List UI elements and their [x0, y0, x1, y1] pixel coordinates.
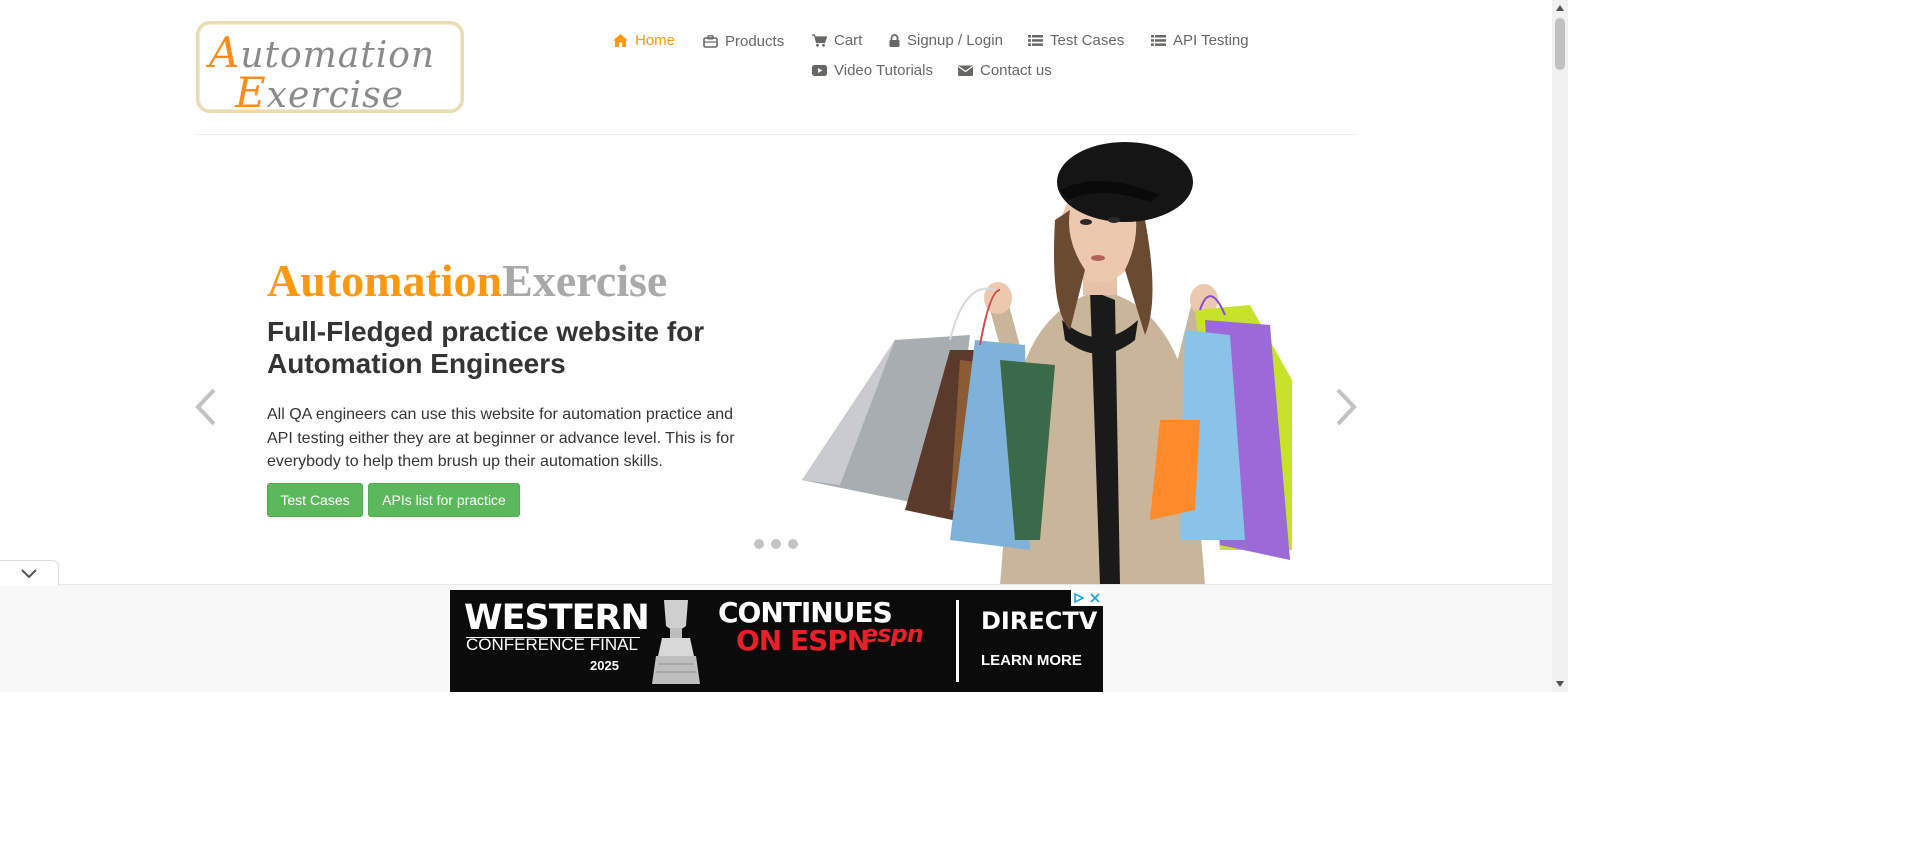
envelope-icon [958, 65, 973, 76]
carousel-next-button[interactable] [1334, 388, 1358, 426]
nav-products[interactable]: Products [703, 33, 784, 50]
advertisement[interactable]: WESTERN CONFERENCE FINAL 2025 CONTINUES … [450, 590, 1103, 692]
nav-cart-label: Cart [834, 32, 863, 49]
svg-text:espn: espn [862, 620, 923, 646]
scroll-down-icon [1556, 681, 1564, 687]
nav-signup-login[interactable]: Signup / Login [889, 32, 1003, 49]
header-divider [196, 134, 1358, 135]
ad-choices-button[interactable] [1071, 590, 1087, 606]
hero-title: AutomationExercise [267, 255, 668, 306]
scroll-thumb[interactable] [1555, 18, 1565, 70]
nav-test-cases-label: Test Cases [1050, 32, 1125, 49]
briefcase-icon [703, 35, 718, 48]
lock-icon [889, 34, 900, 47]
scroll-down-button[interactable] [1552, 676, 1568, 692]
nav-video-tutorials[interactable]: Video Tutorials [812, 62, 933, 79]
nav-contact-us-label: Contact us [980, 62, 1052, 79]
nav-video-tutorials-label: Video Tutorials [834, 62, 933, 79]
nav-contact-us[interactable]: Contact us [958, 62, 1052, 79]
ad-choices-icon [1074, 593, 1084, 603]
ad-close-button[interactable] [1087, 590, 1103, 606]
scroll-up-icon [1556, 5, 1564, 11]
scroll-up-button[interactable] [1552, 0, 1568, 16]
page: Automation Exercise Home Products Cart S… [0, 0, 1568, 692]
list-icon [1028, 35, 1043, 46]
nav-api-testing[interactable]: API Testing [1151, 32, 1249, 49]
carousel-dot[interactable] [771, 539, 781, 549]
vertical-scrollbar[interactable] [1552, 0, 1568, 692]
home-icon [613, 34, 628, 47]
apis-list-button[interactable]: APIs list for practice [368, 483, 520, 517]
ad-collapse-button[interactable] [0, 560, 59, 586]
youtube-icon [812, 65, 827, 76]
nav-api-testing-label: API Testing [1173, 32, 1249, 49]
close-icon [1090, 593, 1100, 603]
hero-subtitle: Full-Fledged practice website for Automa… [267, 316, 705, 379]
test-cases-button[interactable]: Test Cases [267, 483, 363, 517]
carousel-dot[interactable] [788, 539, 798, 549]
ad-headline: WESTERN [464, 598, 650, 638]
logo-line-2: Exercise [235, 68, 404, 117]
trophy-icon [652, 600, 700, 684]
nav-products-label: Products [725, 33, 785, 50]
chevron-right-icon [1336, 388, 1357, 426]
carousel-prev-button[interactable] [194, 388, 218, 426]
carousel-dot[interactable] [754, 539, 764, 549]
ad-year: 2025 [590, 658, 619, 673]
ad-learn-more: LEARN MORE [981, 652, 1082, 669]
nav-cart[interactable]: Cart [812, 32, 862, 49]
site-logo[interactable]: Automation Exercise [196, 21, 464, 117]
cart-icon [812, 34, 827, 47]
nav-home[interactable]: Home [613, 32, 675, 49]
nav-signup-login-label: Signup / Login [907, 32, 1003, 49]
nav-test-cases[interactable]: Test Cases [1028, 32, 1124, 49]
list-icon [1151, 35, 1166, 46]
ad-divider [956, 600, 959, 682]
directv-logo: DIRECTV [981, 607, 1098, 635]
espn-logo: espn [862, 620, 942, 653]
hero-description: All QA engineers can use this website fo… [267, 406, 735, 470]
carousel-indicators [754, 539, 798, 549]
hero-image [800, 140, 1292, 585]
chevron-down-icon [21, 568, 37, 578]
shopping-woman-illustration [802, 142, 1292, 585]
ad-subheadline: CONFERENCE FINAL [466, 635, 638, 654]
ad-on-espn: ON ESPN [736, 624, 870, 657]
nav-home-label: Home [635, 32, 676, 49]
chevron-left-icon [195, 388, 216, 426]
